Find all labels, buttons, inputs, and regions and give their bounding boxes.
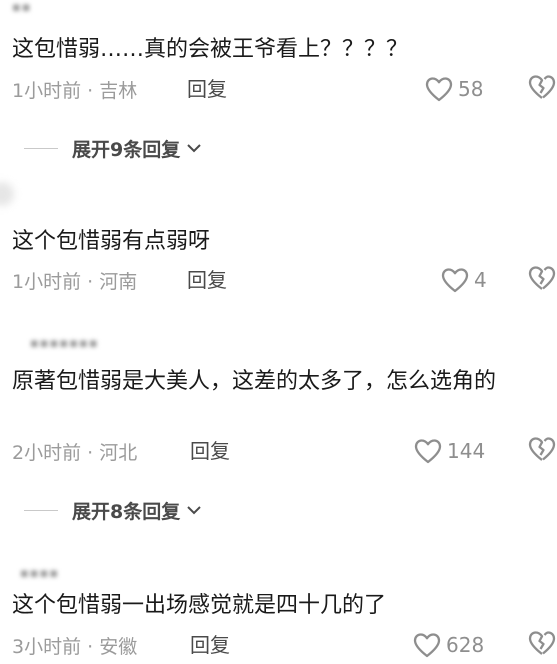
expand-replies-button[interactable]: 展开9条回复 xyxy=(24,133,202,163)
comment-meta: 1小时前 · 河南 xyxy=(12,270,138,293)
username-blurred: ▪▪ xyxy=(12,0,32,15)
comment-item: ▪▪▪▪▪▪▪ 原著包惜弱是大美人，这差的太多了，怎么选角的 2小时前 · 河北… xyxy=(0,330,557,480)
comment-meta: 1小时前 · 吉林 xyxy=(12,79,138,102)
broken-heart-icon xyxy=(528,437,556,461)
like-count: 144 xyxy=(447,439,486,463)
comment-item: ▪▪▪▪ 这个包惜弱一出场感觉就是四十几的了 3小时前 · 安徽 回复 628 xyxy=(0,560,557,664)
like-button[interactable]: 4 xyxy=(440,264,487,296)
broken-heart-icon xyxy=(528,266,556,290)
avatar xyxy=(0,182,14,206)
dislike-button[interactable] xyxy=(527,435,557,467)
username-blurred: ▪▪▪▪▪▪▪ xyxy=(30,336,99,351)
like-count: 4 xyxy=(474,268,487,292)
dislike-button[interactable] xyxy=(527,264,557,296)
divider-line xyxy=(24,509,58,511)
heart-outline-icon xyxy=(414,439,442,464)
expand-replies-label: 展开8条回复 xyxy=(72,500,181,523)
dislike-button[interactable] xyxy=(527,629,557,661)
like-count: 58 xyxy=(458,77,484,101)
expand-replies-button[interactable]: 展开8条回复 xyxy=(24,495,202,525)
expand-replies-label: 展开9条回复 xyxy=(72,138,181,161)
like-button[interactable]: 58 xyxy=(424,73,483,105)
reply-button[interactable]: 回复 xyxy=(187,265,227,295)
heart-outline-icon xyxy=(413,633,441,658)
dislike-button[interactable] xyxy=(527,73,557,105)
comment-text: 这个包惜弱有点弱呀 xyxy=(12,229,211,254)
broken-heart-icon xyxy=(528,631,556,655)
comment-text: 这包惜弱……真的会被王爷看上？？？？ xyxy=(12,37,409,62)
like-button[interactable]: 144 xyxy=(413,435,485,467)
reply-button[interactable]: 回复 xyxy=(190,436,230,466)
comment-item: ▪▪ 这包惜弱……真的会被王爷看上？？？？ 1小时前 · 吉林 回复 58 xyxy=(0,0,557,120)
comment-meta: 2小时前 · 河北 xyxy=(12,441,138,464)
broken-heart-icon xyxy=(528,75,556,99)
reply-button[interactable]: 回复 xyxy=(190,630,230,660)
comment-text: 这个包惜弱一出场感觉就是四十几的了 xyxy=(12,593,387,618)
heart-outline-icon xyxy=(425,77,453,102)
username-blurred: ▪▪▪▪ xyxy=(20,566,60,581)
divider-line xyxy=(24,147,58,149)
reply-button[interactable]: 回复 xyxy=(187,74,227,104)
heart-outline-icon xyxy=(441,268,469,293)
like-button[interactable]: 628 xyxy=(412,629,484,661)
comment-meta: 3小时前 · 安徽 xyxy=(12,635,138,658)
chevron-down-icon xyxy=(187,506,201,515)
chevron-down-icon xyxy=(187,144,201,153)
comment-item: 这个包惜弱有点弱呀 1小时前 · 河南 回复 4 xyxy=(0,182,557,302)
comment-text: 原著包惜弱是大美人，这差的太多了，怎么选角的 xyxy=(12,369,497,394)
like-count: 628 xyxy=(446,633,485,657)
